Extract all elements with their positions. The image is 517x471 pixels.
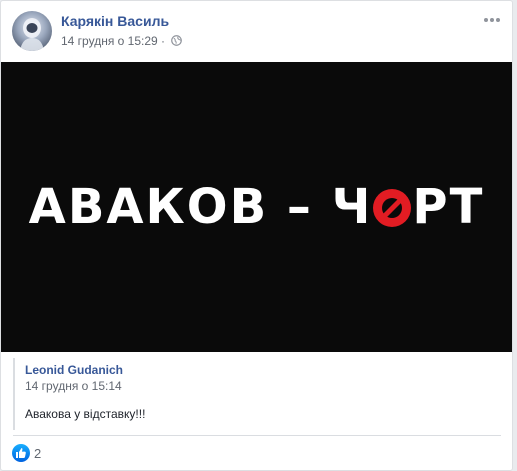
shared-timestamp[interactable]: 14 грудня о 15:14	[25, 379, 122, 393]
post-image[interactable]: АВАКОВ – Ч РТ	[1, 62, 512, 352]
shared-body-text: Авакова у відставку!!!	[25, 407, 146, 421]
like-icon	[12, 444, 30, 462]
reaction-count: 2	[34, 446, 42, 461]
post-meta: 14 грудня о 15:29 ·	[61, 34, 183, 48]
image-caption: АВАКОВ – Ч РТ	[1, 181, 512, 233]
post-timestamp[interactable]: 14 грудня о 15:29 ·	[61, 34, 165, 48]
post-card: Карякін Василь 14 грудня о 15:29 · АВАКО…	[0, 0, 513, 471]
astronaut-icon	[20, 18, 44, 51]
post-header: Карякін Василь 14 грудня о 15:29 ·	[12, 10, 502, 54]
divider	[13, 435, 501, 436]
prohibited-o-icon	[373, 189, 412, 227]
shared-author-name[interactable]: Leonid Gudanich	[25, 363, 123, 377]
image-text-white: АВАКОВ – Ч	[28, 179, 373, 235]
more-options-icon[interactable]	[482, 14, 502, 26]
post-author-name[interactable]: Карякін Василь	[61, 13, 169, 29]
image-text-end: РТ	[412, 179, 485, 235]
avatar[interactable]	[12, 11, 52, 51]
globe-icon[interactable]	[171, 35, 183, 46]
shared-post: Leonid Gudanich 14 грудня о 15:14 Аваков…	[13, 358, 501, 430]
